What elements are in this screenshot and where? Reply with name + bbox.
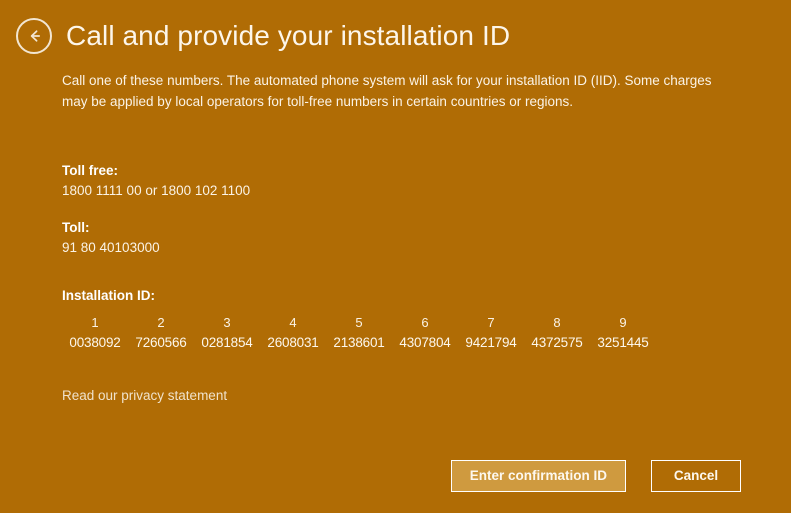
toll-label: Toll: <box>62 218 160 238</box>
toll-number: 91 80 40103000 <box>62 238 160 258</box>
toll-free-number: 1800 1111 00 or 1800 102 1100 <box>62 181 250 201</box>
installation-id-index: 8 <box>524 314 590 332</box>
installation-id-group: 4307804 <box>392 332 458 354</box>
cancel-button[interactable]: Cancel <box>651 460 741 492</box>
activation-dialog: Call and provide your installation ID Ca… <box>0 0 791 513</box>
installation-id-group: 9421794 <box>458 332 524 354</box>
installation-id-index: 5 <box>326 314 392 332</box>
installation-id-index: 2 <box>128 314 194 332</box>
installation-id-digit-row: 0038092726056602818542608031213860143078… <box>62 332 656 354</box>
installation-id-index: 4 <box>260 314 326 332</box>
toll-free-label: Toll free: <box>62 161 250 181</box>
installation-id-index: 6 <box>392 314 458 332</box>
installation-id-group: 2138601 <box>326 332 392 354</box>
dialog-footer: Enter confirmation ID Cancel <box>451 460 741 492</box>
installation-id-group: 2608031 <box>260 332 326 354</box>
enter-confirmation-id-button[interactable]: Enter confirmation ID <box>451 460 626 492</box>
page-title: Call and provide your installation ID <box>66 20 510 52</box>
installation-id-group: 0038092 <box>62 332 128 354</box>
privacy-statement-link[interactable]: Read our privacy statement <box>62 386 227 406</box>
installation-id-index-row: 123456789 <box>62 314 656 332</box>
installation-id-group: 4372575 <box>524 332 590 354</box>
back-button[interactable] <box>16 18 52 54</box>
intro-text: Call one of these numbers. The automated… <box>62 70 727 112</box>
installation-id-index: 1 <box>62 314 128 332</box>
installation-id-index: 3 <box>194 314 260 332</box>
installation-id-group: 7260566 <box>128 332 194 354</box>
installation-id-group: 3251445 <box>590 332 656 354</box>
installation-id-section: Installation ID: 123456789 0038092726056… <box>62 286 656 354</box>
toll-free-block: Toll free: 1800 1111 00 or 1800 102 1100 <box>62 161 250 201</box>
installation-id-index: 9 <box>590 314 656 332</box>
toll-block: Toll: 91 80 40103000 <box>62 218 160 258</box>
installation-id-label: Installation ID: <box>62 286 656 306</box>
installation-id-group: 0281854 <box>194 332 260 354</box>
page-header: Call and provide your installation ID <box>16 18 510 54</box>
back-arrow-icon <box>24 26 44 46</box>
installation-id-index: 7 <box>458 314 524 332</box>
